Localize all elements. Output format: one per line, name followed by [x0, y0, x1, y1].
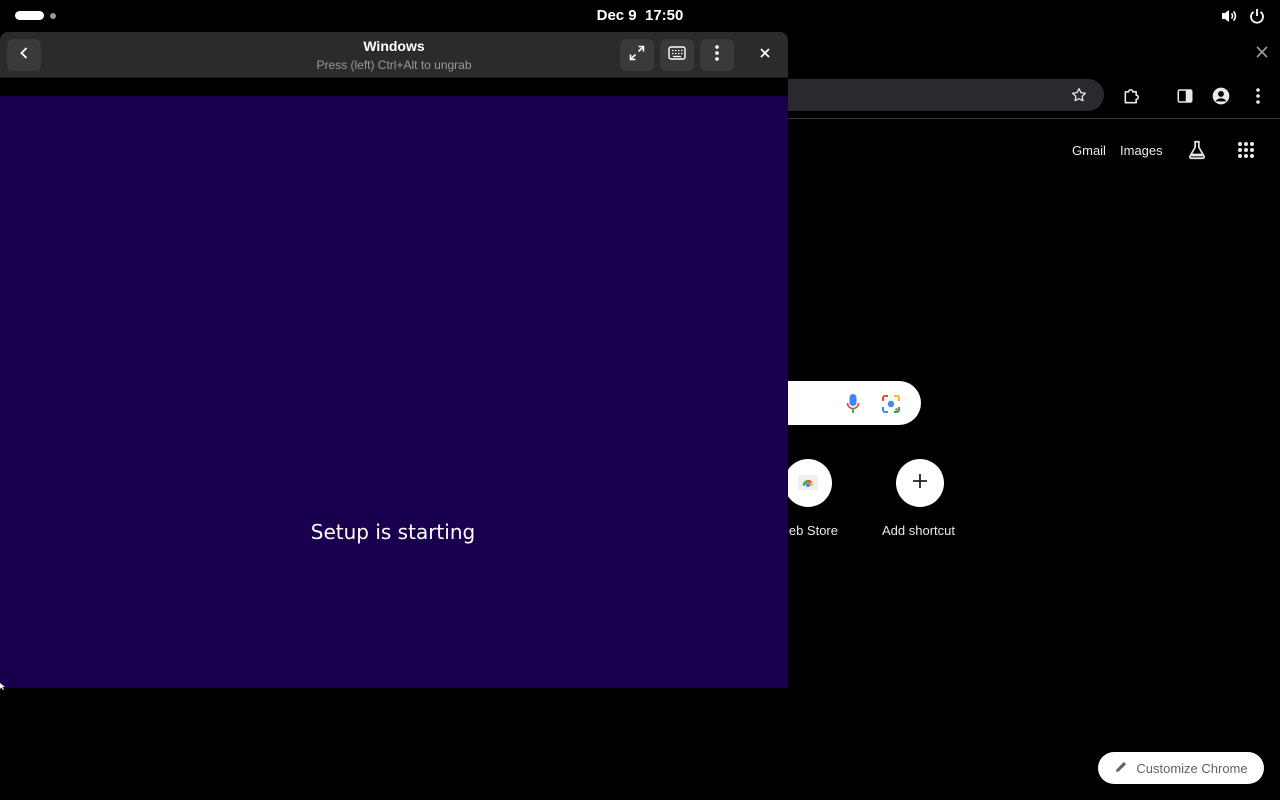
volume-icon[interactable]: [1220, 7, 1238, 25]
chrome-window: Gmail Images eb Store Add shortcut Custo…: [784, 32, 1280, 800]
clock-date: Dec 9: [596, 7, 637, 24]
vm-window: Windows Press (left) Ctrl+Alt to ungrab …: [0, 32, 788, 690]
power-icon[interactable]: [1248, 7, 1266, 25]
labs-flask-icon[interactable]: [1186, 139, 1208, 161]
customize-chrome-label: Customize Chrome: [1136, 760, 1248, 776]
google-apps-icon[interactable]: [1235, 139, 1257, 161]
chrome-close-icon[interactable]: [1254, 44, 1270, 60]
vm-menu-button[interactable]: [700, 39, 734, 71]
pencil-icon: [1114, 760, 1128, 777]
add-shortcut-button[interactable]: [896, 459, 944, 507]
fullscreen-button[interactable]: [620, 39, 654, 71]
profile-icon[interactable]: [1210, 85, 1232, 107]
vm-close-button[interactable]: [748, 39, 782, 71]
keyboard-icon: [668, 45, 686, 65]
bookmark-star-icon[interactable]: [1070, 86, 1088, 109]
google-lens-icon[interactable]: [881, 394, 901, 419]
system-tray[interactable]: [1220, 7, 1266, 25]
google-search-box[interactable]: [788, 381, 921, 425]
fullscreen-icon: [629, 45, 645, 66]
add-shortcut-label[interactable]: Add shortcut: [882, 523, 955, 538]
side-panel-icon[interactable]: [1174, 85, 1196, 107]
images-link[interactable]: Images: [1120, 143, 1163, 158]
chrome-webstore-icon: [796, 469, 820, 498]
close-icon: [759, 46, 771, 64]
toolbar-divider: [788, 118, 1280, 119]
chrome-menu-icon[interactable]: [1247, 85, 1269, 107]
keyboard-button[interactable]: [660, 39, 694, 71]
clock-time: 17:50: [645, 7, 684, 24]
clock[interactable]: Dec 9 17:50: [0, 7, 1280, 24]
vm-display[interactable]: Setup is starting: [0, 96, 788, 688]
vm-display-top-border: [0, 78, 788, 96]
setup-status-text: Setup is starting: [310, 520, 476, 544]
mouse-cursor-icon: [0, 678, 5, 690]
address-bar[interactable]: [788, 79, 1104, 111]
gmail-link[interactable]: Gmail: [1072, 143, 1106, 158]
shortcut-web-store[interactable]: [784, 459, 832, 507]
menu-icon: [714, 44, 720, 67]
plus-icon: [911, 472, 929, 495]
gnome-top-bar: Dec 9 17:50: [0, 0, 1280, 32]
voice-search-icon[interactable]: [846, 393, 860, 420]
customize-chrome-button[interactable]: Customize Chrome: [1098, 752, 1264, 784]
extensions-icon[interactable]: [1121, 85, 1143, 107]
vm-header-bar: Windows Press (left) Ctrl+Alt to ungrab: [0, 32, 788, 78]
